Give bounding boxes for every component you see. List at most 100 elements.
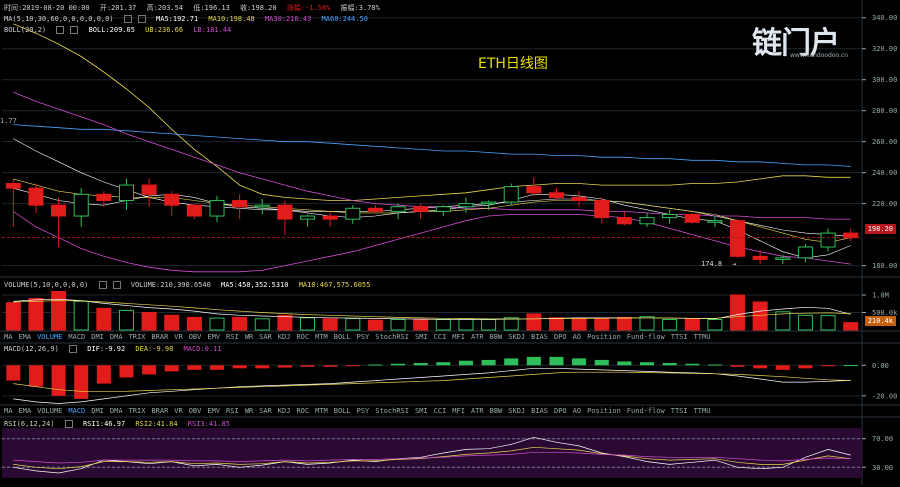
indicator-tab-obv[interactable]: OBV bbox=[189, 333, 202, 341]
indicator-tab-kdj[interactable]: KDJ bbox=[278, 333, 291, 341]
indicator-tab-dma[interactable]: DMA bbox=[110, 333, 123, 341]
rsi2-value: RSI2:41.84 bbox=[135, 420, 178, 428]
close-icon[interactable] bbox=[70, 26, 79, 34]
macd-bar bbox=[481, 359, 496, 366]
volume-bar bbox=[28, 298, 44, 331]
indicator-tab-sar[interactable]: SAR bbox=[259, 333, 272, 341]
indicator-tab-rsi[interactable]: RSI bbox=[226, 333, 239, 341]
indicator-tab-macd[interactable]: MACD bbox=[68, 333, 85, 341]
indicator-tab-ttmu[interactable]: TTMU bbox=[694, 407, 711, 415]
indicator-tab-stochrsi[interactable]: StochRSI bbox=[375, 407, 409, 415]
time-label: 时间:2019-08-20 00:00 bbox=[4, 4, 90, 12]
indicator-tab-position[interactable]: Position bbox=[587, 407, 621, 415]
indicator-tab-dpo[interactable]: DPO bbox=[554, 407, 567, 415]
indicator-tab-bias[interactable]: BIAS bbox=[531, 333, 548, 341]
boll-ub-line bbox=[13, 23, 851, 201]
settings-icon[interactable] bbox=[64, 420, 73, 428]
indicator-tab-ttsi[interactable]: TTSI bbox=[671, 333, 688, 341]
indicator-tab-roc[interactable]: ROC bbox=[296, 333, 309, 341]
indicator-tab-cci[interactable]: CCI bbox=[434, 333, 447, 341]
settings-icon[interactable] bbox=[69, 345, 78, 353]
close-icon[interactable] bbox=[112, 281, 121, 289]
indicator-tab-boll[interactable]: BOLL bbox=[334, 333, 351, 341]
volume-bar bbox=[843, 322, 859, 331]
indicator-tab-position[interactable]: Position bbox=[587, 333, 621, 341]
macd-bar bbox=[391, 363, 406, 366]
indicator-tab-dpo[interactable]: DPO bbox=[554, 333, 567, 341]
indicator-tab-boll[interactable]: BOLL bbox=[334, 407, 351, 415]
volume-bar bbox=[481, 319, 497, 331]
indicator-tab-ao[interactable]: AO bbox=[573, 407, 581, 415]
indicator-tab-obv[interactable]: OBV bbox=[189, 407, 202, 415]
indicator-tab-dmi[interactable]: DMI bbox=[91, 407, 104, 415]
indicator-tab-smi[interactable]: SMI bbox=[415, 407, 428, 415]
indicator-tab-stochrsi[interactable]: StochRSI bbox=[375, 333, 409, 341]
macd-bar bbox=[119, 365, 134, 378]
indicator-tab-macd[interactable]: MACD bbox=[68, 407, 85, 415]
settings-icon[interactable] bbox=[123, 15, 132, 23]
indicator-tab-skdj[interactable]: SKDJ bbox=[508, 333, 525, 341]
settings-icon[interactable] bbox=[98, 281, 107, 289]
indicator-tab-dmi[interactable]: DMI bbox=[91, 333, 104, 341]
volume-bar bbox=[300, 317, 316, 331]
macd-bar bbox=[458, 360, 473, 366]
indicator-tab-fund-flow[interactable]: Fund-flow bbox=[627, 407, 665, 415]
macd-bar bbox=[549, 356, 564, 366]
indicator-tab-ao[interactable]: AO bbox=[573, 333, 581, 341]
indicator-tab-mtm[interactable]: MTM bbox=[315, 333, 328, 341]
ma5-line bbox=[13, 187, 851, 259]
indicator-tab-emv[interactable]: EMV bbox=[207, 333, 220, 341]
settings-icon[interactable] bbox=[56, 26, 65, 34]
indicator-tab-mfi[interactable]: MFI bbox=[452, 407, 465, 415]
indicator-tab-wr[interactable]: WR bbox=[245, 333, 253, 341]
indicator-tab-ttmu[interactable]: TTMU bbox=[694, 333, 711, 341]
indicator-tab-kdj[interactable]: KDJ bbox=[278, 407, 291, 415]
indicator-tab-vr[interactable]: VR bbox=[174, 407, 182, 415]
indicator-tab-ma[interactable]: MA bbox=[4, 333, 12, 341]
indicator-tab-bias[interactable]: BIAS bbox=[531, 407, 548, 415]
indicator-tab-psy[interactable]: PSY bbox=[357, 407, 370, 415]
indicator-tab-cci[interactable]: CCI bbox=[434, 407, 447, 415]
indicator-tab-emv[interactable]: EMV bbox=[207, 407, 220, 415]
indicator-tab-skdj[interactable]: SKDJ bbox=[508, 407, 525, 415]
volume-bar bbox=[707, 319, 723, 331]
indicator-tab-dma[interactable]: DMA bbox=[110, 407, 123, 415]
indicator-tab-trix[interactable]: TRIX bbox=[129, 407, 146, 415]
indicator-tab-volume[interactable]: VOLUME bbox=[37, 407, 62, 415]
indicator-tab-bbw[interactable]: BBW bbox=[490, 333, 503, 341]
rsi-params: RSI(6,12,24) bbox=[4, 420, 55, 428]
indicator-tab-ma[interactable]: MA bbox=[4, 407, 12, 415]
candle-body bbox=[300, 215, 316, 220]
macd-bar bbox=[662, 362, 677, 366]
indicator-tab-mtm[interactable]: MTM bbox=[315, 407, 328, 415]
indicator-tab-smi[interactable]: SMI bbox=[415, 333, 428, 341]
indicator-tab-psy[interactable]: PSY bbox=[357, 333, 370, 341]
rsi-info: RSI(6,12,24) RSI1:46.97 RSI2:41.84 RSI3:… bbox=[4, 419, 236, 429]
indicator-tab-vr[interactable]: VR bbox=[174, 333, 182, 341]
indicator-tab-wr[interactable]: WR bbox=[245, 407, 253, 415]
volume-bar bbox=[752, 301, 768, 331]
indicator-tab-trix[interactable]: TRIX bbox=[129, 333, 146, 341]
indicator-tab-ema[interactable]: EMA bbox=[18, 407, 31, 415]
indicator-tab-brar[interactable]: BRAR bbox=[151, 333, 168, 341]
indicator-tab-roc[interactable]: ROC bbox=[296, 407, 309, 415]
indicator-tab-volume[interactable]: VOLUME bbox=[37, 333, 62, 341]
indicator-tab-rsi[interactable]: RSI bbox=[226, 407, 239, 415]
indicator-tab-mfi[interactable]: MFI bbox=[452, 333, 465, 341]
candle-body bbox=[616, 217, 632, 225]
candle-body bbox=[232, 200, 248, 208]
close-icon[interactable] bbox=[137, 15, 146, 23]
indicator-tab-atr[interactable]: ATR bbox=[471, 333, 484, 341]
macd-bar bbox=[232, 365, 247, 369]
macd-bar bbox=[798, 365, 813, 369]
indicator-tab-atr[interactable]: ATR bbox=[471, 407, 484, 415]
indicator-tab-fund-flow[interactable]: Fund-flow bbox=[627, 333, 665, 341]
indicator-tab-sar[interactable]: SAR bbox=[259, 407, 272, 415]
volume-bar bbox=[413, 319, 429, 331]
macd-bar bbox=[28, 365, 43, 387]
indicator-tab-ttsi[interactable]: TTSI bbox=[671, 407, 688, 415]
indicator-tab-ema[interactable]: EMA bbox=[18, 333, 31, 341]
macd-bar bbox=[255, 365, 270, 369]
indicator-tab-brar[interactable]: BRAR bbox=[151, 407, 168, 415]
indicator-tab-bbw[interactable]: BBW bbox=[490, 407, 503, 415]
